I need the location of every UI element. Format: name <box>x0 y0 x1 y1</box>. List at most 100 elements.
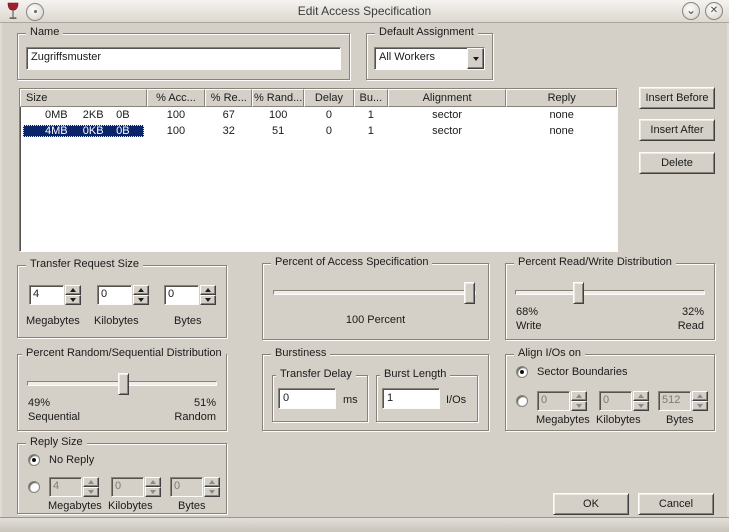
trs-megabytes-spinner[interactable]: 4 <box>29 285 81 305</box>
spin-up-icon[interactable] <box>692 391 708 401</box>
kilobytes-label: Kilobytes <box>94 315 139 327</box>
slider-handle[interactable] <box>464 282 475 304</box>
reply-bytes-spinner[interactable]: 0 <box>170 477 220 497</box>
kilobytes-label: Kilobytes <box>596 414 641 426</box>
megabytes-label: Megabytes <box>48 500 102 512</box>
wine-app-icon <box>7 2 19 19</box>
percent-access-label: Percent of Access Specification <box>271 256 433 268</box>
percent-read-write-slider[interactable] <box>515 282 705 304</box>
spin-down-icon[interactable] <box>65 295 81 305</box>
reply-size-group: Reply Size No Reply 4 0 0 Megabytes Kilo… <box>17 436 227 514</box>
spin-down-icon[interactable] <box>204 487 220 497</box>
access-spec-table[interactable]: Size % Acc... % Re... % Rand... Delay Bu… <box>19 88 618 252</box>
spin-up-icon[interactable] <box>83 477 99 487</box>
transfer-delay-group: Transfer Delay 0 ms <box>272 368 368 422</box>
write-label: Write <box>516 320 542 332</box>
align-megabytes-spinner[interactable]: 0 <box>537 391 587 411</box>
trs-bytes-spinner[interactable]: 0 <box>164 285 216 305</box>
slider-handle[interactable] <box>572 282 584 304</box>
bytes-label: Bytes <box>174 315 202 327</box>
spin-up-icon[interactable] <box>133 285 149 295</box>
ios-label: I/Os <box>446 394 467 406</box>
reply-custom-radio[interactable] <box>28 481 40 493</box>
spin-up-icon[interactable] <box>200 285 216 295</box>
column-header-burst[interactable]: Bu... <box>353 89 388 107</box>
name-group-label: Name <box>26 26 64 38</box>
delete-button[interactable]: Delete <box>639 152 715 174</box>
spin-up-icon[interactable] <box>633 391 649 401</box>
transfer-request-size-group: Transfer Request Size 4 0 0 Megabytes Ki… <box>17 258 227 338</box>
default-assignment-label: Default Assignment <box>375 26 478 38</box>
default-assignment-select[interactable]: All Workers <box>374 47 485 70</box>
insert-before-button[interactable]: Insert Before <box>639 87 715 109</box>
megabytes-label: Megabytes <box>26 315 80 327</box>
burst-length-input[interactable]: 1 <box>382 388 440 409</box>
sequential-label: Sequential <box>28 411 80 423</box>
spin-down-icon[interactable] <box>145 487 161 497</box>
table-row[interactable]: 0MB 2KB 0B 100 67 100 0 1 sector none <box>20 107 617 123</box>
align-kilobytes-spinner[interactable]: 0 <box>599 391 649 411</box>
column-header-access[interactable]: % Acc... <box>146 89 206 107</box>
column-header-size[interactable]: Size <box>20 89 147 107</box>
name-group: Name Zugriffsmuster <box>17 26 350 80</box>
column-header-reply[interactable]: Reply <box>506 89 617 107</box>
reply-kilobytes-spinner[interactable]: 0 <box>111 477 161 497</box>
trs-kilobytes-spinner[interactable]: 0 <box>97 285 149 305</box>
read-label: Read <box>677 320 704 332</box>
window-frame-bottom <box>0 517 729 532</box>
column-header-delay[interactable]: Delay <box>304 89 354 107</box>
bytes-label: Bytes <box>666 414 694 426</box>
name-input[interactable]: Zugriffsmuster <box>26 47 341 70</box>
no-reply-radio[interactable] <box>28 454 40 466</box>
burst-length-label: Burst Length <box>380 368 451 380</box>
align-ios-label: Align I/Os on <box>514 347 585 359</box>
spin-down-icon[interactable] <box>633 401 649 411</box>
sequential-percent: 49% <box>28 397 51 409</box>
megabytes-label: Megabytes <box>536 414 590 426</box>
chevron-down-icon: ⌄ <box>685 2 697 17</box>
align-custom-radio[interactable] <box>516 395 528 407</box>
spin-down-icon[interactable] <box>133 295 149 305</box>
shade-button[interactable]: ⌄ <box>682 2 700 20</box>
spin-up-icon[interactable] <box>571 391 587 401</box>
close-icon: ✕ <box>709 5 719 16</box>
burst-length-group: Burst Length 1 I/Os <box>376 368 478 422</box>
sector-boundaries-radio[interactable] <box>516 366 528 378</box>
spin-up-icon[interactable] <box>65 285 81 295</box>
align-ios-group: Align I/Os on Sector Boundaries 0 0 512 … <box>505 347 715 431</box>
spin-down-icon[interactable] <box>83 487 99 497</box>
column-header-alignment[interactable]: Alignment <box>387 89 507 107</box>
percent-read-write-label: Percent Read/Write Distribution <box>514 256 676 268</box>
reply-megabytes-spinner[interactable]: 4 <box>49 477 99 497</box>
table-row-selected[interactable]: 4MB 0KB 0B 100 32 51 0 1 sector none <box>20 123 617 139</box>
percent-random-slider[interactable] <box>27 373 217 395</box>
column-header-random[interactable]: % Rand... <box>252 89 305 107</box>
spin-down-icon[interactable] <box>571 401 587 411</box>
align-bytes-spinner[interactable]: 512 <box>658 391 708 411</box>
slider-handle[interactable] <box>118 373 130 395</box>
selected-size-cell: 4MB 0KB 0B <box>23 125 144 137</box>
column-header-read[interactable]: % Re... <box>205 89 253 107</box>
ok-button[interactable]: OK <box>553 493 629 515</box>
write-percent: 68% <box>516 306 539 318</box>
spin-down-icon[interactable] <box>200 295 216 305</box>
dropdown-arrow-icon[interactable] <box>467 48 484 69</box>
close-button[interactable]: ✕ <box>705 2 723 20</box>
spin-up-icon[interactable] <box>145 477 161 487</box>
percent-access-slider[interactable] <box>273 282 476 304</box>
cancel-button[interactable]: Cancel <box>638 493 714 515</box>
burstiness-label: Burstiness <box>271 347 331 359</box>
transfer-request-size-label: Transfer Request Size <box>26 258 144 270</box>
spin-up-icon[interactable] <box>204 477 220 487</box>
spin-down-icon[interactable] <box>692 401 708 411</box>
titlebar[interactable]: Edit Access Specification ⌄ ✕ <box>0 0 729 23</box>
pin-button[interactable] <box>26 2 44 21</box>
insert-after-button[interactable]: Insert After <box>639 119 715 141</box>
percent-read-write-group: Percent Read/Write Distribution 68% Writ… <box>505 256 715 340</box>
edit-access-specification-window: Edit Access Specification ⌄ ✕ Name Zugri… <box>0 0 729 532</box>
read-percent: 32% <box>681 306 704 318</box>
table-header[interactable]: Size % Acc... % Re... % Rand... Delay Bu… <box>20 89 617 107</box>
random-label: Random <box>174 411 216 423</box>
reply-size-label: Reply Size <box>26 436 87 448</box>
transfer-delay-input[interactable]: 0 <box>278 388 336 409</box>
